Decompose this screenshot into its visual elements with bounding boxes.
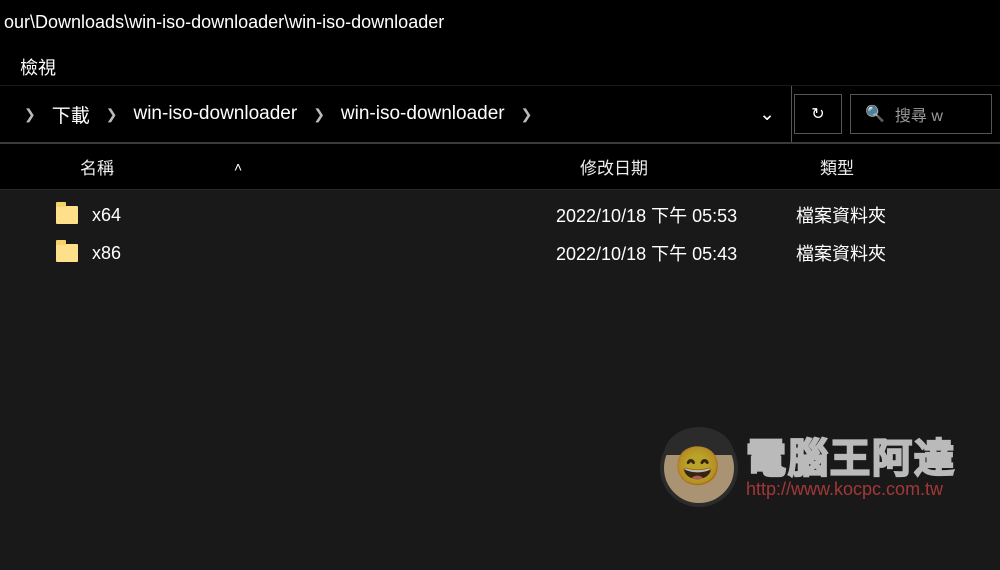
folder-icon [56, 244, 78, 262]
search-input[interactable]: 🔍 搜尋 w [850, 94, 992, 134]
watermark-title: 電腦王阿達 [746, 437, 956, 481]
column-name[interactable]: 名稱 ˄ [80, 154, 580, 179]
chevron-right-icon: ❯ [102, 106, 122, 123]
watermark: 電腦王阿達 http://www.kocpc.com.tw [660, 408, 1000, 528]
chevron-right-icon: ❯ [20, 106, 40, 123]
breadcrumb-item[interactable]: win-iso-downloader [125, 103, 305, 125]
breadcrumb[interactable]: ❯ 下載 ❯ win-iso-downloader ❯ win-iso-down… [0, 86, 792, 142]
chevron-right-icon: ❯ [517, 106, 537, 123]
file-modified: 2022/10/18 下午 05:53 [556, 202, 796, 228]
table-row[interactable]: x64 2022/10/18 下午 05:53 檔案資料夾 [0, 196, 1000, 234]
menu-view[interactable]: 檢視 [20, 54, 56, 80]
watermark-text: 電腦王阿達 http://www.kocpc.com.tw [746, 437, 956, 500]
refresh-button[interactable]: ↻ [794, 94, 842, 134]
watermark-avatar [660, 429, 738, 507]
breadcrumb-item[interactable]: win-iso-downloader [333, 103, 513, 125]
file-name: x86 [92, 243, 121, 264]
window-path: our\Downloads\win-iso-downloader\win-iso… [4, 12, 444, 32]
file-name: x64 [92, 205, 121, 226]
menu-bar: 檢視 [0, 46, 1000, 86]
file-modified: 2022/10/18 下午 05:43 [556, 240, 796, 266]
refresh-icon: ↻ [811, 104, 824, 124]
column-type[interactable]: 類型 [820, 154, 1000, 179]
table-row[interactable]: x86 2022/10/18 下午 05:43 檔案資料夾 [0, 234, 1000, 272]
watermark-url: http://www.kocpc.com.tw [746, 479, 956, 500]
folder-icon [56, 206, 78, 224]
breadcrumb-dropdown[interactable]: ⌄ [743, 103, 791, 126]
column-modified[interactable]: 修改日期 [580, 154, 820, 179]
titlebar: our\Downloads\win-iso-downloader\win-iso… [0, 0, 1000, 46]
column-headers: 名稱 ˄ 修改日期 類型 大! [0, 144, 1000, 190]
chevron-right-icon: ❯ [309, 106, 329, 123]
search-icon: 🔍 [865, 104, 885, 124]
breadcrumb-item[interactable]: 下載 [44, 101, 98, 128]
address-bar: ❯ 下載 ❯ win-iso-downloader ❯ win-iso-down… [0, 86, 1000, 142]
file-type: 檔案資料夾 [796, 202, 976, 228]
sort-ascending-icon: ˄ [234, 159, 242, 175]
file-type: 檔案資料夾 [796, 240, 976, 266]
search-placeholder: 搜尋 w [895, 102, 943, 126]
